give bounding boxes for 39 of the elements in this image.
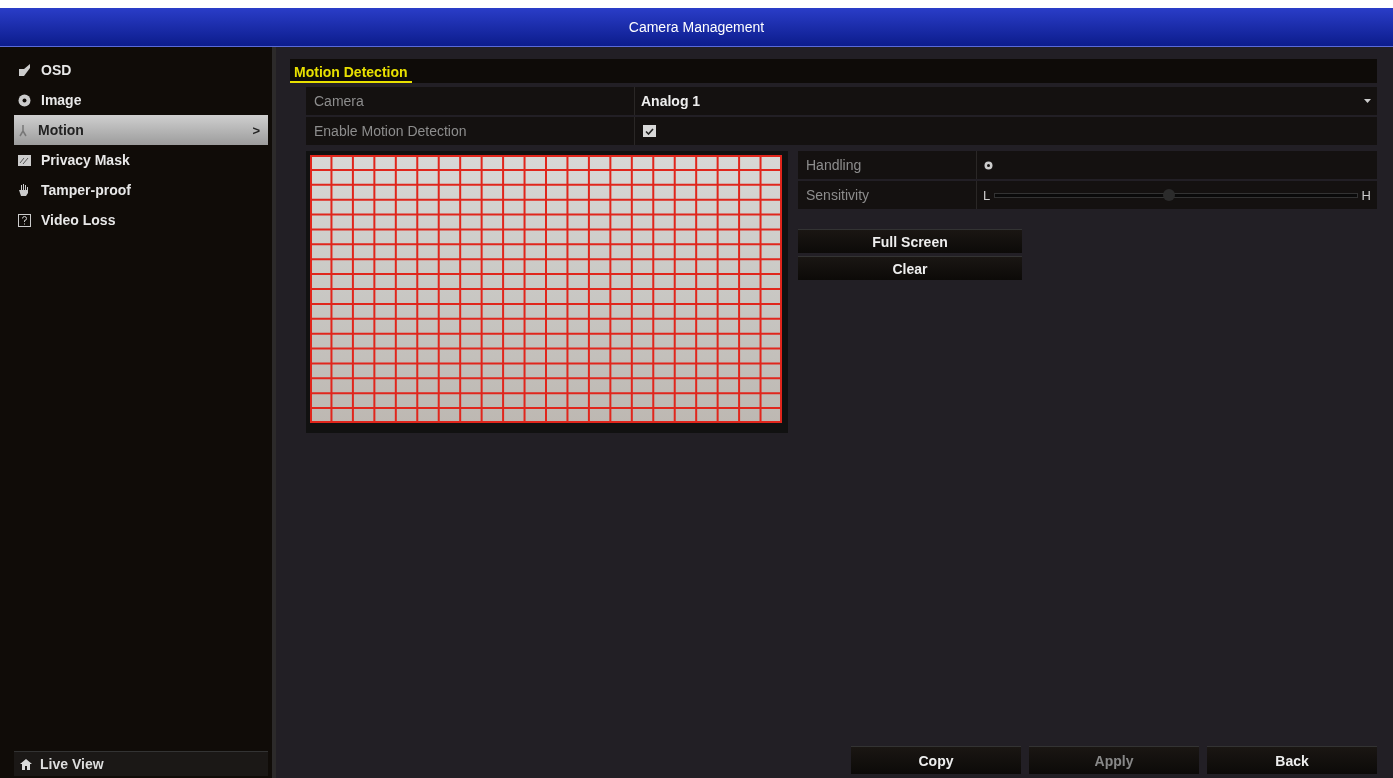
pencil-icon xyxy=(18,63,31,77)
section-title: Motion Detection xyxy=(290,64,412,83)
mask-icon xyxy=(18,154,31,166)
caret-icon xyxy=(1364,99,1371,103)
action-button[interactable]: Full Screen xyxy=(798,229,1022,253)
footer-button[interactable]: Back xyxy=(1207,746,1377,774)
checkbox[interactable] xyxy=(643,125,656,137)
sidebar-item-label: Image xyxy=(41,92,83,108)
sidebar-item[interactable]: OSD xyxy=(14,55,268,85)
sidebar-item-label: Motion xyxy=(38,122,85,138)
sidebar-item[interactable]: Tamper-proof xyxy=(14,175,268,205)
sidebar-item-label: OSD xyxy=(41,62,73,78)
sidebar-item[interactable]: Video Loss xyxy=(14,205,268,235)
field-label: Enable Motion Detection xyxy=(306,117,635,145)
arrow-glyph: > xyxy=(252,122,260,138)
setting-label: Sensitivity xyxy=(798,181,977,209)
home-icon xyxy=(20,758,32,770)
footer-button[interactable]: Copy xyxy=(851,746,1021,774)
window-title: Camera Management xyxy=(628,19,765,35)
high-label: H xyxy=(1361,187,1371,203)
setting-label: Handling xyxy=(798,151,977,179)
question-square-icon xyxy=(18,213,31,227)
sidebar-item-label: Video Loss xyxy=(41,212,117,228)
sidebar-item[interactable]: Image xyxy=(14,85,268,115)
slider-thumb[interactable] xyxy=(1162,188,1175,201)
gear-icon[interactable] xyxy=(983,159,994,171)
aperture-icon xyxy=(18,93,31,107)
sidebar-item[interactable]: Motion > xyxy=(14,115,268,145)
low-label: L xyxy=(983,187,991,203)
sidebar-item-label: Tamper-proof xyxy=(41,182,132,198)
hand-icon xyxy=(18,183,31,197)
camera-dropdown[interactable]: Analog 1 xyxy=(635,87,1377,115)
field-label: Camera xyxy=(306,87,635,115)
live-view-label: Live View xyxy=(40,756,104,772)
action-button[interactable]: Clear xyxy=(798,256,1022,280)
sidebar-item-label: Privacy Mask xyxy=(41,152,131,168)
sidebar-item[interactable]: Privacy Mask xyxy=(14,145,268,175)
slider-track[interactable] xyxy=(994,192,1358,198)
live-view-button[interactable]: Live View xyxy=(14,751,268,776)
